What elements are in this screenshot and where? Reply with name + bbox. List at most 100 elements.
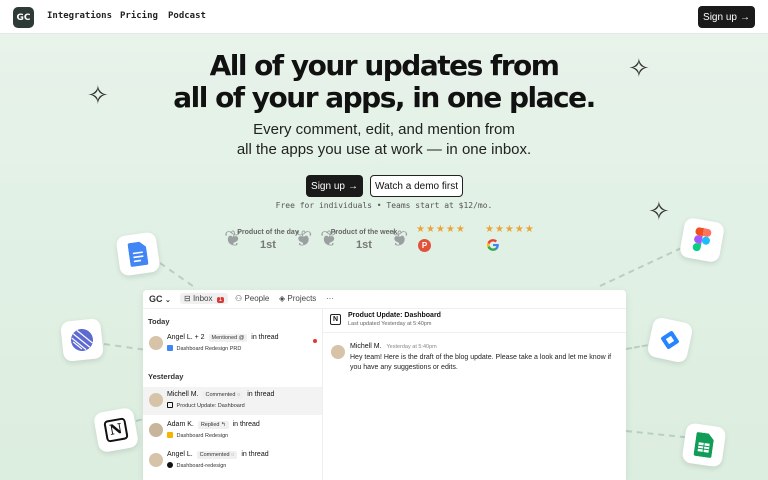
list-item-doc: Dashboard Redesign PRD: [167, 345, 241, 352]
list-item-suffix: in thread: [247, 391, 275, 398]
message-author-name: Michell M.: [350, 343, 382, 350]
nav-signup-button[interactable]: Sign up →: [698, 6, 755, 28]
award-title: Product of the day: [237, 229, 299, 236]
tab-people-label: People: [244, 294, 270, 303]
hero-signup-button[interactable]: Sign up →: [306, 175, 363, 197]
hero-signup-label: Sign up: [311, 180, 345, 192]
list-item-title: Angel L. + 2 Mentioned @ in thread: [167, 334, 279, 342]
list-item-suffix: in thread: [232, 421, 260, 428]
unread-dot: [313, 339, 317, 343]
hero-title: All of your updates from all of your app…: [0, 50, 768, 114]
list-item[interactable]: Angel L. + 2 Mentioned @ in thread Dashb…: [143, 330, 322, 358]
list-item-suffix: in thread: [251, 334, 279, 341]
connector-line: [103, 343, 144, 351]
avatar: [149, 453, 163, 467]
people-icon: ⚇: [235, 294, 243, 303]
message-body: Hey team! Here is the draft of the blog …: [350, 354, 612, 371]
list-item-name: Adam K.: [167, 421, 194, 428]
connector-line: [159, 262, 194, 287]
nav-link-integrations[interactable]: Integrations: [47, 11, 112, 21]
tab-people[interactable]: ⚇ People: [235, 294, 269, 303]
list-item-title: Michell M. Commented ◌ in thread: [167, 391, 274, 399]
inbox-icon: ⊟: [184, 294, 191, 303]
app-preview-window: GC ⌄ ⊟ Inbox 1 ⚇ People ◈ Projects ··· T…: [143, 290, 626, 480]
logo[interactable]: GC: [13, 7, 34, 28]
award-rank: 1st: [260, 239, 276, 251]
notion-icon: [167, 402, 173, 408]
list-item-doc-label: Product Update: Dashboard: [176, 403, 245, 409]
tab-projects[interactable]: ◈ Projects: [279, 294, 316, 303]
watch-demo-button[interactable]: Watch a demo first: [370, 175, 463, 197]
pricing-note: Free for individuals • Teams start at $1…: [275, 201, 493, 210]
hero-subtitle-line2: all the apps you use at work — in one in…: [236, 141, 532, 158]
nav-link-podcast[interactable]: Podcast: [168, 11, 206, 21]
list-item-suffix: in thread: [241, 451, 269, 458]
google-docs-icon: [115, 231, 161, 277]
list-item-title: Adam K. Replied ↰ in thread: [167, 421, 260, 429]
detail-subtitle: Last updated Yesterday at 5:40pm: [348, 321, 432, 327]
list-item-name: Angel L. + 2: [167, 334, 205, 341]
nav-link-pricing[interactable]: Pricing: [120, 11, 158, 21]
connector-line: [625, 430, 686, 439]
list-item-doc-label: Dashboard Redesign: [176, 433, 229, 439]
avatar: [149, 336, 163, 350]
detail-title: Product Update: Dashboard: [348, 312, 441, 319]
list-item[interactable]: Adam K. Replied ↰ in thread Dashboard Re…: [143, 417, 322, 445]
linear-icon: [60, 318, 104, 362]
avatar: [149, 393, 163, 407]
app-toolbar: GC ⌄ ⊟ Inbox 1 ⚇ People ◈ Projects ···: [143, 290, 626, 309]
action-pill: Replied ↰: [197, 421, 229, 429]
jira-icon: [646, 316, 694, 364]
tab-inbox-label: Inbox: [192, 294, 213, 303]
award-rank: 1st: [356, 239, 372, 251]
list-item-doc: Dashboard-redesign: [167, 462, 226, 469]
notion-icon: N: [92, 406, 140, 454]
action-pill: Commented ◌: [196, 451, 238, 459]
tab-inbox[interactable]: ⊟ Inbox 1: [180, 293, 229, 304]
arrow-right-icon: →: [739, 11, 750, 23]
section-today: Today: [148, 317, 170, 326]
tab-projects-label: Projects: [287, 294, 317, 303]
message-author: Michell M. Yesterday at 5:40pm: [350, 343, 437, 350]
action-pill: Mentioned @: [208, 334, 248, 342]
award-product-of-week: ❦ ❦ Product of the week 1st: [320, 225, 408, 253]
detail-header: N Product Update: Dashboard Last updated…: [323, 309, 626, 333]
list-item-doc: Dashboard Redesign: [167, 432, 228, 439]
rating-stars: ★★★★★: [416, 224, 466, 235]
list-item[interactable]: Angel L. Commented ◌ in thread Dashboard…: [143, 447, 322, 475]
avatar: [331, 345, 345, 359]
google-slides-icon: [167, 432, 173, 438]
google-icon: [486, 239, 499, 251]
projects-icon: ◈: [279, 294, 286, 303]
list-item-doc-label: Dashboard-redesign: [176, 463, 227, 469]
hero-title-line2: all of your apps, in one place.: [173, 81, 596, 114]
inbox-count-badge: 1: [216, 297, 225, 303]
hero-subtitle: Every comment, edit, and mention from al…: [0, 120, 768, 160]
pane-divider: [322, 309, 323, 480]
google-sheets-icon: [681, 422, 727, 468]
connector-line: [599, 247, 682, 287]
list-item-name: Michell M.: [167, 391, 199, 398]
list-item-doc-label: Dashboard Redesign PRD: [176, 346, 242, 352]
chevron-down-icon: ⌄: [165, 297, 171, 304]
message-time: Yesterday at 5:40pm: [386, 344, 437, 350]
list-item-title: Angel L. Commented ◌ in thread: [167, 451, 269, 459]
app-logo[interactable]: GC ⌄: [149, 294, 171, 304]
rating-stars: ★★★★★: [485, 224, 535, 235]
more-icon[interactable]: ···: [326, 294, 334, 303]
nav-signup-label: Sign up: [703, 11, 737, 23]
top-nav: GC Integrations Pricing Podcast Sign up …: [0, 0, 768, 34]
award-product-of-day: ❦ ❦ Product of the day 1st: [224, 225, 312, 253]
hero-subtitle-line1: Every comment, edit, and mention from: [253, 121, 515, 138]
award-title: Product of the week: [330, 229, 398, 236]
notion-icon: N: [330, 314, 341, 325]
google-docs-icon: [167, 345, 173, 351]
hero-title-line1: All of your updates from: [209, 49, 560, 82]
github-icon: [167, 462, 173, 468]
list-item[interactable]: Michell M. Commented ◌ in thread Product…: [143, 387, 322, 415]
list-item-doc: Product Update: Dashboard: [167, 402, 245, 409]
figma-icon: [678, 216, 726, 264]
list-item-name: Angel L.: [167, 451, 193, 458]
arrow-right-icon: →: [347, 180, 358, 192]
avatar: [149, 423, 163, 437]
